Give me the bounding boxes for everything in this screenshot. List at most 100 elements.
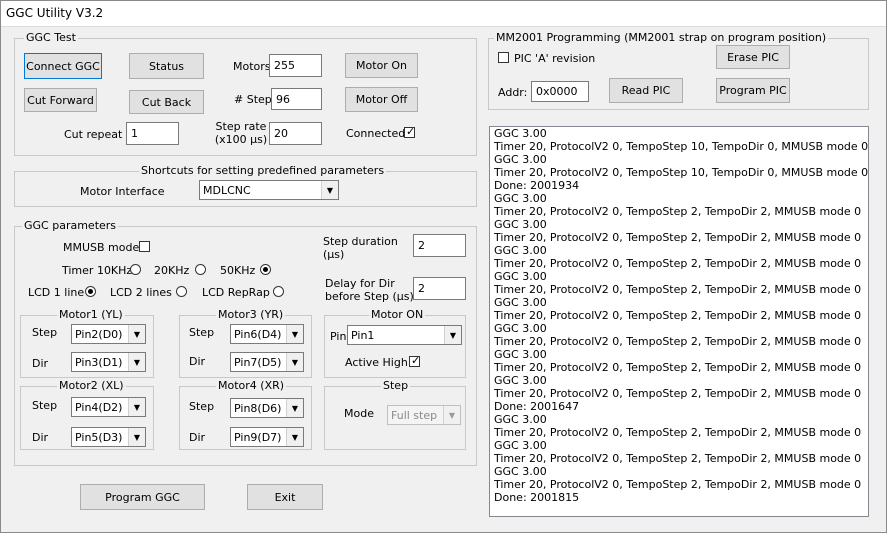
cut-forward-button[interactable]: Cut Forward — [24, 88, 97, 112]
log-line: Done: 2001647 — [494, 400, 580, 413]
motor1-dir-select[interactable]: Pin3(D1) ▼ — [71, 352, 146, 372]
mm2001-group-label: MM2001 Programming (MM2001 strap on prog… — [494, 31, 829, 44]
motor4-dir-value: Pin9(D7) — [234, 431, 282, 444]
motor-interface-select[interactable]: MDLCNC ▼ — [199, 180, 339, 200]
log-line: GGC 3.00 — [494, 153, 547, 166]
connected-checkbox[interactable]: ✓ — [404, 125, 415, 138]
motor4-group-label: Motor4 (XR) — [216, 379, 287, 392]
motor3-step-value: Pin6(D4) — [234, 328, 282, 341]
log-line: GGC 3.00 — [494, 439, 547, 452]
erase-pic-button[interactable]: Erase PIC — [716, 45, 790, 69]
read-pic-button[interactable]: Read PIC — [609, 78, 683, 103]
log-line: Timer 20, ProtocolV2 0, TempoStep 2, Tem… — [494, 335, 862, 348]
delay-dir-input[interactable] — [413, 277, 466, 300]
lcd-2-lines-label: LCD 2 lines — [110, 286, 172, 299]
mmusb-mode-checkbox[interactable] — [139, 241, 150, 252]
delay-dir-label-line1: Delay for Dir — [325, 277, 395, 290]
motor4-dir-select[interactable]: Pin9(D7) ▼ — [230, 427, 304, 447]
step-duration-label-line1: Step duration — [323, 235, 398, 248]
log-line: Timer 20, ProtocolV2 0, TempoStep 2, Tem… — [494, 231, 862, 244]
cut-back-button[interactable]: Cut Back — [129, 90, 204, 114]
timer-50khz-radio[interactable] — [260, 264, 271, 275]
chevron-down-icon: ▼ — [286, 399, 303, 417]
motor1-dir-label: Dir — [32, 357, 49, 370]
pic-a-revision-label: PIC 'A' revision — [514, 52, 596, 65]
mmusb-mode-label: MMUSB mode — [63, 241, 140, 254]
motor-off-button[interactable]: Motor Off — [345, 87, 418, 112]
lcd-1-line-radio[interactable] — [85, 286, 96, 297]
chevron-down-icon: ▼ — [128, 353, 145, 371]
step-mode-select[interactable]: Full step ▼ — [387, 405, 461, 425]
shortcuts-group-label: Shortcuts for setting predefined paramet… — [139, 164, 387, 177]
motor2-dir-select[interactable]: Pin5(D3) ▼ — [71, 427, 146, 447]
log-line: Done: 2001815 — [494, 491, 580, 504]
motor2-dir-label: Dir — [32, 431, 49, 444]
step-rate-input[interactable] — [269, 122, 322, 145]
motor2-dir-value: Pin5(D3) — [75, 431, 123, 444]
step-duration-input[interactable] — [413, 234, 466, 257]
log-line: Timer 20, ProtocolV2 0, TempoStep 2, Tem… — [494, 309, 862, 322]
step-mode-label: Mode — [344, 407, 374, 420]
log-line: Timer 20, ProtocolV2 0, TempoStep 2, Tem… — [494, 205, 862, 218]
motor-on-pin-select[interactable]: Pin1 ▼ — [347, 325, 462, 345]
log-line: Timer 20, ProtocolV2 0, TempoStep 2, Tem… — [494, 387, 862, 400]
motor2-step-value: Pin4(D2) — [75, 401, 123, 414]
program-ggc-button[interactable]: Program GGC — [80, 484, 205, 510]
lcd-reprap-label: LCD RepRap — [202, 286, 270, 299]
step-count-label: # Step — [234, 93, 272, 106]
status-button[interactable]: Status — [129, 53, 204, 79]
pic-a-revision-checkbox[interactable] — [498, 52, 509, 63]
motor3-dir-label: Dir — [189, 355, 206, 368]
timer-10khz-radio[interactable] — [130, 264, 141, 275]
step-count-input[interactable] — [271, 88, 322, 110]
timer-20khz-radio[interactable] — [195, 264, 206, 275]
motor4-step-select[interactable]: Pin8(D6) ▼ — [230, 398, 304, 418]
log-line: GGC 3.00 — [494, 192, 547, 205]
step-duration-label: Step duration (µs) — [323, 235, 398, 261]
motor-interface-label: Motor Interface — [80, 185, 165, 198]
log-line: GGC 3.00 — [494, 465, 547, 478]
lcd-2-lines-radio[interactable] — [176, 286, 187, 297]
active-high-checkbox[interactable]: ✓ — [409, 354, 421, 367]
motor3-step-select[interactable]: Pin6(D4) ▼ — [230, 324, 304, 344]
cut-repeat-input[interactable] — [126, 122, 179, 145]
motor3-dir-select[interactable]: Pin7(D5) ▼ — [230, 352, 304, 372]
lcd-reprap-radio[interactable] — [273, 286, 284, 297]
motors-input[interactable] — [269, 54, 322, 77]
chevron-down-icon: ▼ — [128, 428, 145, 446]
delay-dir-label-line2: before Step (µs) — [325, 290, 414, 303]
log-output[interactable]: GGC 3.00 Timer 20, ProtocolV2 0, TempoSte… — [489, 126, 869, 517]
log-line: Done: 2001934 — [494, 179, 580, 192]
motor-on-pin-value: Pin1 — [351, 329, 375, 342]
motor1-group-label: Motor1 (YL) — [57, 308, 125, 321]
motors-label: Motors — [233, 60, 271, 73]
addr-input[interactable] — [531, 81, 589, 102]
motor4-dir-label: Dir — [189, 431, 206, 444]
log-line: Timer 20, ProtocolV2 0, TempoStep 2, Tem… — [494, 452, 862, 465]
ggc-test-group-label: GGC Test — [24, 31, 78, 44]
program-pic-button[interactable]: Program PIC — [716, 78, 790, 103]
log-line: Timer 20, ProtocolV2 0, TempoStep 10, Te… — [494, 166, 869, 179]
chevron-down-icon: ▼ — [443, 406, 460, 424]
timer-20khz-label: 20KHz — [154, 264, 190, 277]
step-duration-label-line2: (µs) — [323, 248, 345, 261]
log-line: Timer 20, ProtocolV2 0, TempoStep 2, Tem… — [494, 478, 862, 491]
chevron-down-icon: ▼ — [444, 326, 461, 344]
connect-ggc-button[interactable]: Connect GGC — [24, 53, 102, 79]
log-line: Timer 20, ProtocolV2 0, TempoStep 10, Te… — [494, 140, 869, 153]
log-line: GGC 3.00 — [494, 322, 547, 335]
radio-dot-icon — [88, 289, 93, 294]
exit-button[interactable]: Exit — [247, 484, 323, 510]
motor4-step-value: Pin8(D6) — [234, 402, 282, 415]
motor-on-group-label: Motor ON — [369, 308, 426, 321]
lcd-1-line-label: LCD 1 line — [28, 286, 85, 299]
motor1-step-select[interactable]: Pin2(D0) ▼ — [71, 324, 146, 344]
checkmark-icon: ✓ — [411, 354, 421, 367]
motor-on-button[interactable]: Motor On — [345, 53, 418, 78]
log-line: GGC 3.00 — [494, 270, 547, 283]
motor1-step-value: Pin2(D0) — [75, 328, 123, 341]
connected-label: Connected — [346, 127, 406, 140]
motor2-step-select[interactable]: Pin4(D2) ▼ — [71, 397, 146, 417]
step-rate-label: Step rate (x100 µs) — [212, 120, 270, 146]
ggc-parameters-group-label: GGC parameters — [22, 219, 119, 232]
